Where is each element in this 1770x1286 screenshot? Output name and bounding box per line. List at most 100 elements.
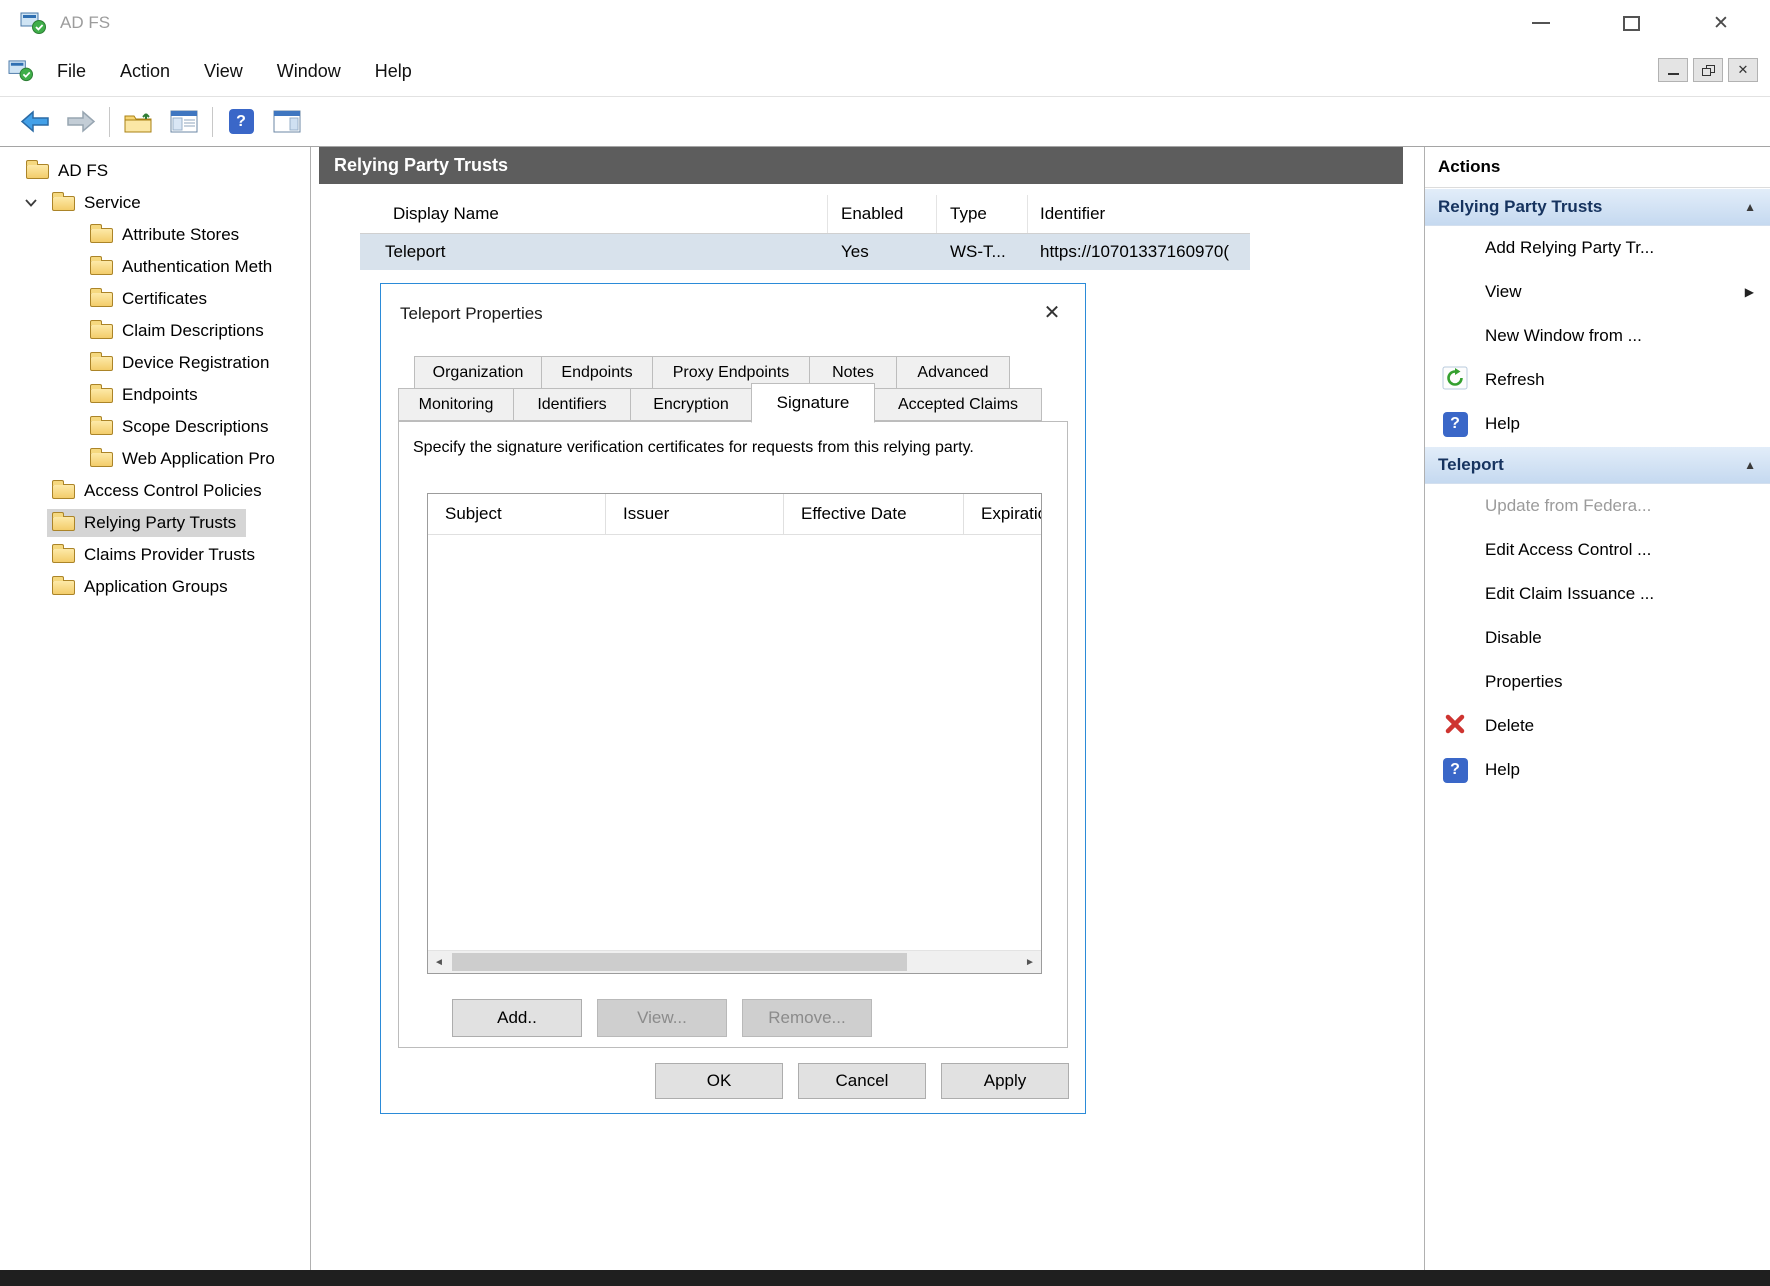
tab-organization[interactable]: Organization [414, 356, 542, 389]
action-disable[interactable]: Disable [1425, 616, 1770, 660]
tree-item-service[interactable]: Service [0, 187, 310, 219]
horizontal-scrollbar[interactable]: ◄ ► [428, 950, 1041, 973]
action-label: Properties [1485, 672, 1562, 692]
apply-button[interactable]: Apply [941, 1063, 1069, 1099]
folder-icon [52, 580, 75, 595]
action-label: Add Relying Party Tr... [1485, 238, 1654, 258]
folder-icon [52, 548, 75, 563]
tree-item-device-registration[interactable]: Device Registration [0, 347, 310, 379]
cancel-button[interactable]: Cancel [798, 1063, 926, 1099]
mdi-minimize-icon[interactable] [1658, 58, 1688, 82]
toolbar-separator [109, 107, 110, 137]
signature-tab-page: Specify the signature verification certi… [398, 421, 1068, 1048]
collapse-chevron-icon[interactable]: ▲ [1744, 200, 1756, 214]
action-refresh[interactable]: Refresh [1425, 358, 1770, 402]
folder-icon [52, 484, 75, 499]
tab-accepted-claims[interactable]: Accepted Claims [874, 388, 1042, 421]
scrollbar-thumb[interactable] [452, 953, 907, 971]
tree-item-label: AD FS [58, 161, 108, 181]
column-issuer[interactable]: Issuer [606, 494, 784, 534]
action-help-teleport[interactable]: ? Help [1425, 748, 1770, 792]
action-edit-access-control[interactable]: Edit Access Control ... [1425, 528, 1770, 572]
column-identifier[interactable]: Identifier [1028, 195, 1250, 233]
tree-item-access-control-policies[interactable]: Access Control Policies [0, 475, 310, 507]
column-effective-date[interactable]: Effective Date [784, 494, 964, 534]
minimize-icon[interactable] [1496, 0, 1586, 46]
tree-item-attribute-stores[interactable]: Attribute Stores [0, 219, 310, 251]
tab-signature[interactable]: Signature [751, 383, 875, 423]
toolbar-help-icon[interactable]: ? [218, 101, 264, 143]
tab-monitoring[interactable]: Monitoring [398, 388, 514, 421]
relying-party-list: Display Name Enabled Type Identifier Tel… [360, 195, 1250, 270]
column-enabled[interactable]: Enabled [828, 195, 937, 233]
scroll-left-icon[interactable]: ◄ [428, 951, 450, 973]
menu-action[interactable]: Action [103, 55, 187, 88]
action-edit-claim-issuance[interactable]: Edit Claim Issuance ... [1425, 572, 1770, 616]
action-label: Edit Access Control ... [1485, 540, 1651, 560]
chevron-down-icon[interactable] [20, 199, 42, 207]
menu-view[interactable]: View [187, 55, 260, 88]
action-new-window[interactable]: New Window from ... [1425, 314, 1770, 358]
table-row-teleport[interactable]: Teleport Yes WS-T... https://10701337160… [360, 234, 1250, 270]
actions-section-teleport[interactable]: Teleport ▲ [1425, 446, 1770, 484]
folder-icon [52, 516, 75, 531]
menu-help[interactable]: Help [358, 55, 429, 88]
mdi-restore-icon[interactable] [1693, 58, 1723, 82]
tree-item-certificates[interactable]: Certificates [0, 283, 310, 315]
back-icon[interactable] [12, 101, 58, 143]
tree-item-label: Attribute Stores [122, 225, 239, 245]
action-properties[interactable]: Properties [1425, 660, 1770, 704]
menu-window[interactable]: Window [260, 55, 358, 88]
tab-endpoints[interactable]: Endpoints [541, 356, 653, 389]
scroll-right-icon[interactable]: ► [1019, 951, 1041, 973]
add-button[interactable]: Add.. [452, 999, 582, 1037]
tree-item-scope-descriptions[interactable]: Scope Descriptions [0, 411, 310, 443]
folder-up-icon[interactable] [115, 101, 161, 143]
tree-item-authentication-methods[interactable]: Authentication Meth [0, 251, 310, 283]
cell-enabled: Yes [828, 234, 937, 270]
action-help[interactable]: ? Help [1425, 402, 1770, 446]
certificates-list[interactable]: Subject Issuer Effective Date Expiratio … [427, 493, 1042, 974]
ok-button[interactable]: OK [655, 1063, 783, 1099]
menu-bar: File Action View Window Help ✕ [0, 46, 1770, 97]
folder-icon [90, 356, 113, 371]
window-title: AD FS [60, 13, 110, 33]
adfs-app-icon [20, 10, 48, 36]
collapse-chevron-icon[interactable]: ▲ [1744, 458, 1756, 472]
forward-icon[interactable] [58, 101, 104, 143]
actions-section-relying-party-trusts[interactable]: Relying Party Trusts ▲ [1425, 188, 1770, 226]
tree-item-application-groups[interactable]: Application Groups [0, 571, 310, 603]
tree-item-label: Authentication Meth [122, 257, 272, 277]
tree-item-claim-descriptions[interactable]: Claim Descriptions [0, 315, 310, 347]
column-display-name[interactable]: Display Name [360, 195, 828, 233]
maximize-icon[interactable] [1586, 0, 1676, 46]
column-expiration[interactable]: Expiratio [964, 494, 1041, 534]
tree-item-endpoints[interactable]: Endpoints [0, 379, 310, 411]
folder-icon [90, 420, 113, 435]
close-icon[interactable]: ✕ [1676, 0, 1766, 46]
tree-item-label: Endpoints [122, 385, 198, 405]
toolbar-separator [212, 107, 213, 137]
tab-identifiers[interactable]: Identifiers [513, 388, 631, 421]
action-pane-toggle-icon[interactable] [264, 101, 310, 143]
tree-item-claims-provider-trusts[interactable]: Claims Provider Trusts [0, 539, 310, 571]
console-tree-icon[interactable] [161, 101, 207, 143]
action-update-from-federation: Update from Federa... [1425, 484, 1770, 528]
tab-advanced[interactable]: Advanced [896, 356, 1010, 389]
tree-item-web-application-proxy[interactable]: Web Application Pro [0, 443, 310, 475]
tab-encryption[interactable]: Encryption [630, 388, 752, 421]
action-add-relying-party-trust[interactable]: Add Relying Party Tr... [1425, 226, 1770, 270]
action-delete[interactable]: Delete [1425, 704, 1770, 748]
toolbar: ? [0, 97, 1770, 147]
dialog-close-icon[interactable]: ✕ [1035, 296, 1069, 328]
teleport-properties-dialog: Teleport Properties ✕ Organization Endpo… [380, 283, 1086, 1114]
folder-icon [90, 228, 113, 243]
tree-item-adfs-root[interactable]: AD FS [0, 155, 310, 187]
column-type[interactable]: Type [937, 195, 1028, 233]
action-view[interactable]: View ▶ [1425, 270, 1770, 314]
menu-file[interactable]: File [40, 55, 103, 88]
tree-item-relying-party-trusts[interactable]: Relying Party Trusts [0, 507, 310, 539]
tree-item-label: Certificates [122, 289, 207, 309]
mdi-close-icon[interactable]: ✕ [1728, 58, 1758, 82]
column-subject[interactable]: Subject [428, 494, 606, 534]
